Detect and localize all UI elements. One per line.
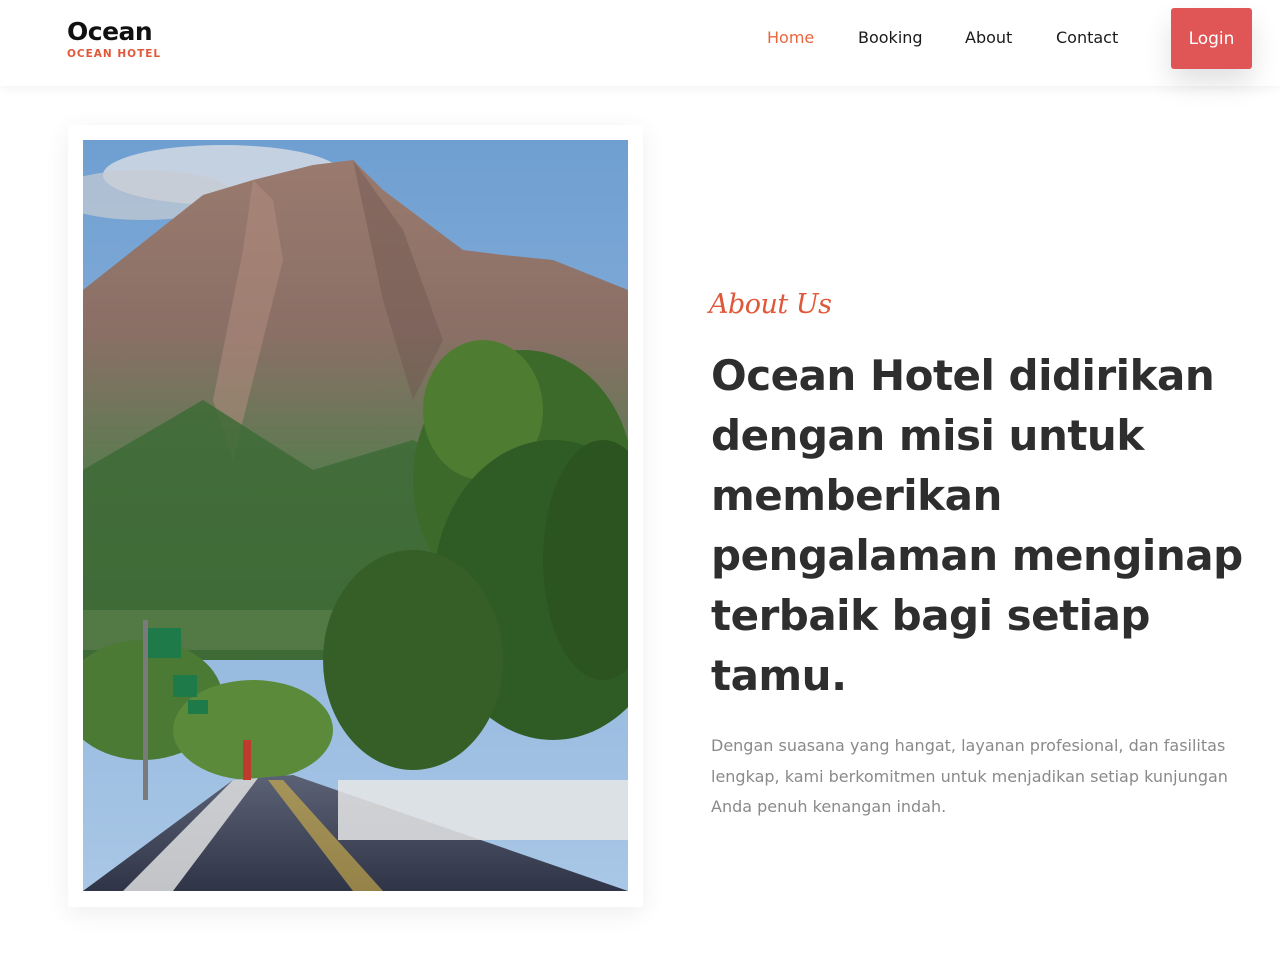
photo-frame <box>68 125 643 907</box>
nav-link-contact[interactable]: Contact <box>1056 28 1118 48</box>
mountain-road-photo <box>83 140 628 891</box>
top-navbar: Ocean OCEAN HOTEL Home Booking About Con… <box>0 0 1280 86</box>
about-description: Dengan suasana yang hangat, layanan prof… <box>711 736 1228 816</box>
brand-logo[interactable]: Ocean OCEAN HOTEL <box>67 17 161 61</box>
login-button[interactable]: Login <box>1171 8 1252 69</box>
about-eyebrow: About Us <box>709 289 832 320</box>
nav-link-home[interactable]: Home <box>767 28 814 48</box>
brand-subtitle: OCEAN HOTEL <box>67 48 162 60</box>
nav-link-booking[interactable]: Booking <box>858 28 923 48</box>
nav-link-about[interactable]: About <box>965 28 1012 48</box>
about-title: Ocean Hotel didirikan dengan misi untuk … <box>711 351 1243 700</box>
brand-name: Ocean <box>67 17 153 46</box>
